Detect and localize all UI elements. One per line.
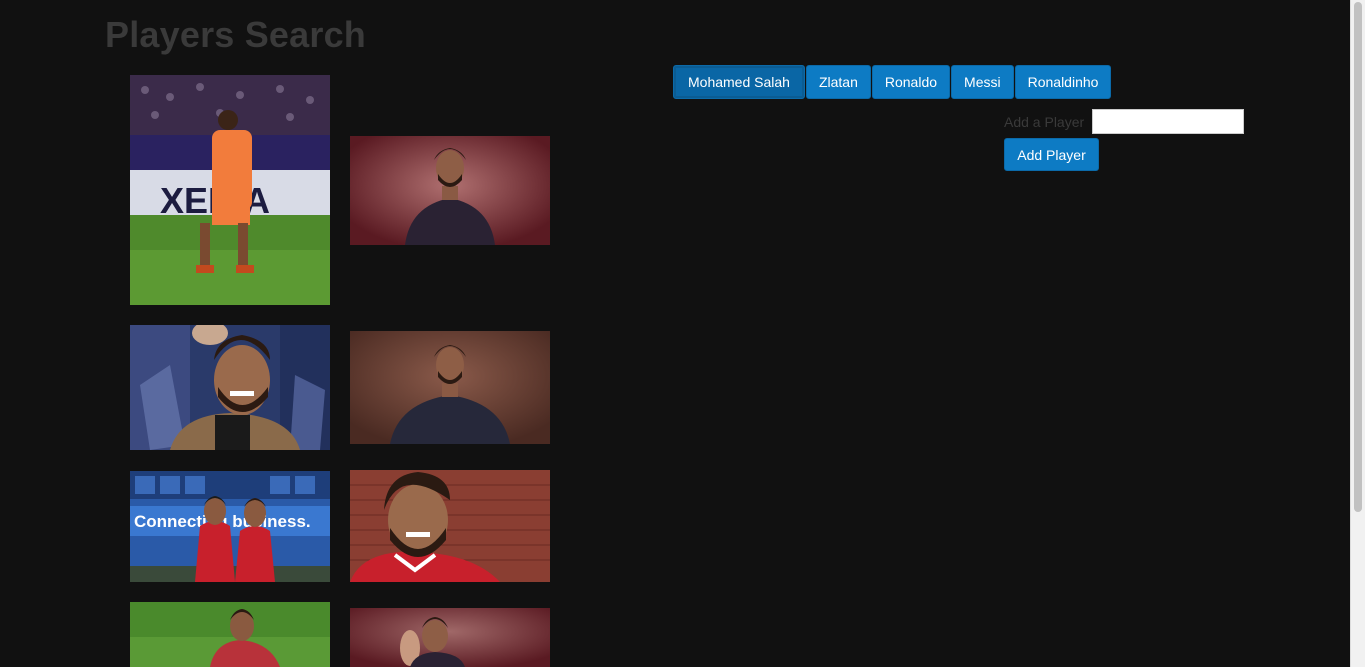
player-photo[interactable]	[130, 325, 330, 450]
player-button-mohamed-salah[interactable]: Mohamed Salah	[673, 65, 805, 99]
player-photo[interactable]	[350, 608, 550, 667]
player-photo[interactable]	[130, 602, 330, 667]
player-button-zlatan[interactable]: Zlatan	[805, 65, 871, 99]
vertical-scrollbar[interactable]	[1350, 0, 1365, 667]
player-button-messi[interactable]: Messi	[951, 65, 1014, 99]
add-player-button[interactable]: Add Player	[1004, 138, 1099, 171]
player-photo[interactable]	[350, 136, 550, 245]
player-photo[interactable]	[350, 470, 550, 582]
scrollbar-thumb[interactable]	[1354, 2, 1362, 512]
player-button-group: Mohamed Salah Zlatan Ronaldo Messi Ronal…	[673, 65, 1112, 99]
add-player-label: Add a Player	[1004, 114, 1085, 130]
player-photo[interactable]	[350, 331, 550, 444]
player-photo[interactable]: Connecting business.	[130, 471, 330, 582]
add-player-input[interactable]	[1092, 109, 1244, 134]
player-button-ronaldinho[interactable]: Ronaldinho	[1014, 65, 1112, 99]
page-title: Players Search	[105, 14, 366, 55]
player-button-ronaldo[interactable]: Ronaldo	[871, 65, 951, 99]
player-photo[interactable]: XERIA	[130, 75, 330, 305]
